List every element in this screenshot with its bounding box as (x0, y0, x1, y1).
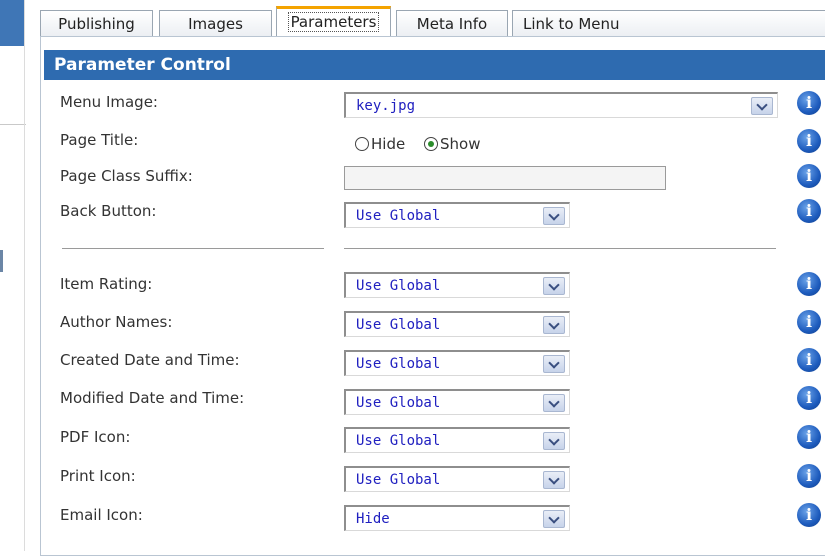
tab-meta-info[interactable]: Meta Info (396, 10, 508, 36)
pdf-icon-select[interactable]: Use Global (344, 427, 570, 453)
chevron-down-icon[interactable] (543, 355, 565, 373)
scroll-edge (0, 250, 3, 272)
pdf-icon-value: Use Global (356, 433, 441, 449)
info-icon[interactable]: i (797, 310, 821, 334)
menu-image-value: key.jpg (356, 98, 416, 114)
info-icon[interactable]: i (797, 91, 821, 115)
hide-radio[interactable] (355, 137, 369, 151)
tab-link-to-menu[interactable]: Link to Menu (512, 10, 825, 36)
menu-image-label: Menu Image: (60, 93, 158, 111)
divider (0, 124, 26, 125)
separator-left (62, 248, 324, 249)
info-icon[interactable]: i (797, 464, 821, 488)
print-icon-value: Use Global (356, 472, 441, 488)
author-names-select[interactable]: Use Global (344, 311, 570, 337)
show-radio[interactable] (423, 137, 438, 151)
print-icon-select[interactable]: Use Global (344, 466, 570, 492)
chevron-down-icon[interactable] (543, 277, 565, 295)
item-rating-value: Use Global (356, 278, 441, 294)
chevron-down-icon[interactable] (751, 97, 773, 115)
info-icon[interactable]: i (797, 386, 821, 410)
modified-date-label: Modified Date and Time: (60, 389, 245, 407)
author-names-label: Author Names: (60, 313, 173, 331)
left-sidebar-fragment (0, 0, 24, 46)
info-icon[interactable]: i (797, 199, 821, 223)
page-class-suffix-input[interactable] (344, 166, 666, 190)
info-icon[interactable]: i (797, 425, 821, 449)
item-rating-select[interactable]: Use Global (344, 272, 570, 298)
modified-date-value: Use Global (356, 395, 441, 411)
info-icon[interactable]: i (797, 272, 821, 296)
hide-radio-label: Hide (371, 135, 406, 153)
tab-strip: Publishing Images Parameters Meta Info L… (40, 6, 825, 38)
created-date-select[interactable]: Use Global (344, 350, 570, 376)
chevron-down-icon[interactable] (543, 471, 565, 489)
page-class-suffix-label: Page Class Suffix: (60, 167, 193, 185)
menu-image-select[interactable]: key.jpg (344, 92, 778, 118)
created-date-label: Created Date and Time: (60, 351, 240, 369)
email-icon-value: Hide (356, 511, 390, 527)
tab-images[interactable]: Images (159, 10, 272, 36)
print-icon-label: Print Icon: (60, 467, 136, 485)
author-names-value: Use Global (356, 317, 441, 333)
chevron-down-icon[interactable] (543, 394, 565, 412)
info-icon[interactable]: i (797, 164, 821, 188)
tab-publishing[interactable]: Publishing (40, 10, 153, 36)
panel-title: Parameter Control (44, 50, 825, 80)
chevron-down-icon[interactable] (543, 207, 565, 225)
chevron-down-icon[interactable] (543, 432, 565, 450)
created-date-value: Use Global (356, 356, 441, 372)
info-icon[interactable]: i (797, 348, 821, 372)
tab-parameters[interactable]: Parameters (276, 6, 391, 38)
pdf-icon-label: PDF Icon: (60, 428, 131, 446)
modified-date-select[interactable]: Use Global (344, 389, 570, 415)
info-icon[interactable]: i (797, 503, 821, 527)
tab-label: Parameters (287, 12, 380, 32)
page-title-radio-group: Hide Show (355, 135, 494, 155)
chevron-down-icon[interactable] (543, 316, 565, 334)
info-icon[interactable]: i (797, 129, 821, 153)
page-title-label: Page Title: (60, 131, 139, 149)
back-button-select[interactable]: Use Global (344, 202, 570, 228)
divider (24, 0, 25, 551)
item-rating-label: Item Rating: (60, 275, 153, 293)
chevron-down-icon[interactable] (543, 510, 565, 528)
show-radio-label: Show (439, 135, 481, 153)
back-button-label: Back Button: (60, 202, 157, 220)
back-button-value: Use Global (356, 208, 441, 224)
email-icon-select[interactable]: Hide (344, 505, 570, 531)
separator-right (344, 248, 776, 249)
email-icon-label: Email Icon: (60, 506, 143, 524)
